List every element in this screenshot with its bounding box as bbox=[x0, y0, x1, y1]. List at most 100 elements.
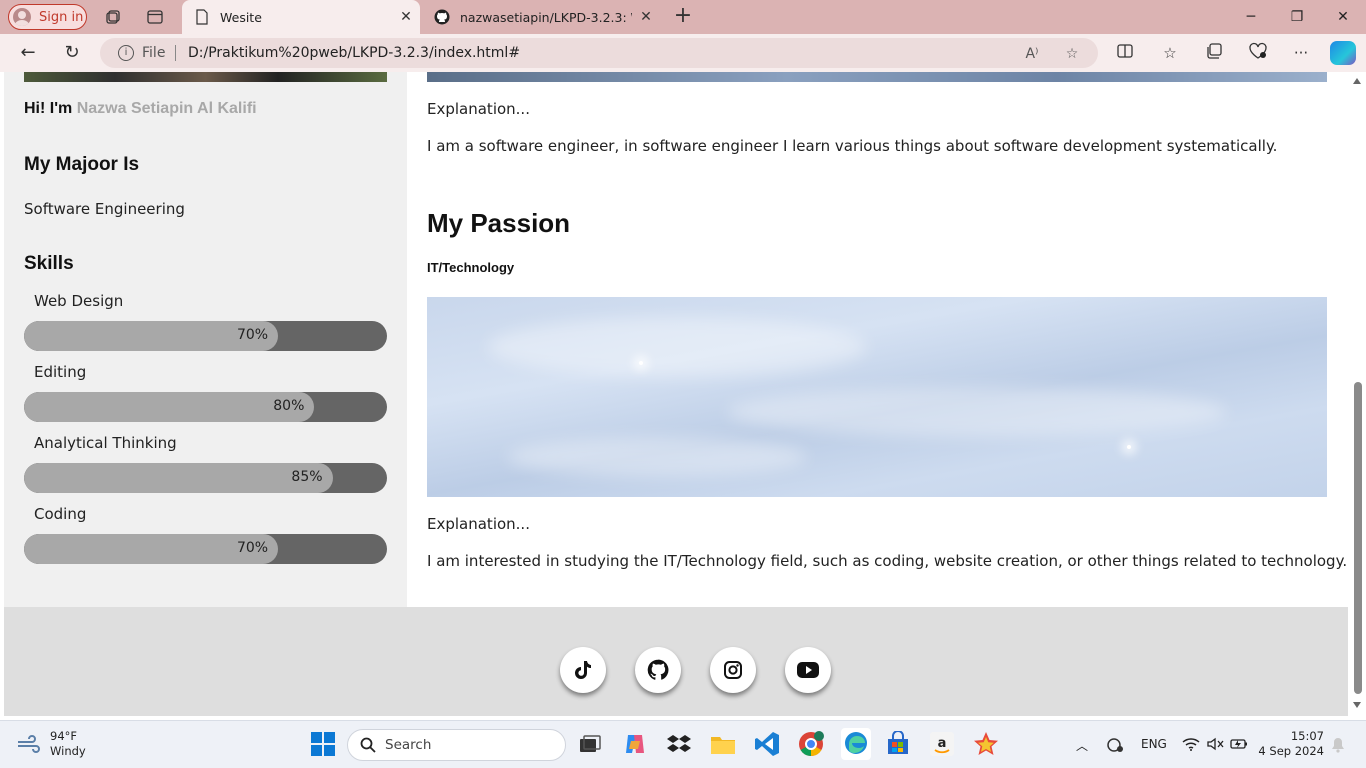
profile-name: Nazwa Setiapin Al Kalifi bbox=[76, 100, 257, 117]
skill-bar-fill: 80% bbox=[24, 392, 315, 422]
show-hidden-icons-icon[interactable]: ︿ bbox=[1076, 737, 1088, 754]
read-aloud-icon[interactable]: A⁾ bbox=[1022, 44, 1042, 64]
svg-text:a: a bbox=[938, 736, 947, 751]
wind-icon bbox=[16, 735, 42, 753]
skill-bar: 70% bbox=[24, 321, 387, 351]
volume-muted-icon[interactable] bbox=[1207, 737, 1225, 754]
major-value: Software Engineering bbox=[24, 200, 185, 218]
github-icon[interactable] bbox=[635, 647, 681, 693]
tiktok-icon[interactable] bbox=[560, 647, 606, 693]
skill-label: Analytical Thinking bbox=[34, 434, 177, 452]
scrollbar-thumb[interactable] bbox=[1354, 382, 1362, 694]
url-scheme-label: File bbox=[142, 45, 166, 61]
task-view-icon[interactable] bbox=[577, 731, 603, 757]
skill-bar: 80% bbox=[24, 392, 387, 422]
file-explorer-icon[interactable] bbox=[710, 731, 736, 757]
collections-icon[interactable] bbox=[1203, 42, 1225, 64]
wifi-icon[interactable] bbox=[1182, 737, 1200, 754]
sign-in-label: Sign in bbox=[39, 9, 84, 25]
weather-temp: 94°F bbox=[50, 729, 77, 743]
profile-avatar-icon bbox=[13, 8, 31, 26]
skill-label: Coding bbox=[34, 505, 87, 523]
tab-github[interactable]: nazwasetiapin/LKPD-3.2.3: Websi ✕ bbox=[422, 0, 660, 34]
explanation-title: Explanation... bbox=[427, 100, 530, 118]
notification-bell-icon[interactable] bbox=[1331, 737, 1345, 756]
tab-wesite[interactable]: Wesite ✕ bbox=[182, 0, 420, 34]
close-window-icon[interactable]: ✕ bbox=[1331, 6, 1355, 28]
amazon-icon[interactable]: a bbox=[929, 731, 955, 757]
star-app-icon[interactable] bbox=[973, 731, 999, 757]
passion-subheading: IT/Technology bbox=[427, 260, 515, 275]
weather-widget[interactable]: 94°F Windy bbox=[16, 729, 86, 759]
tab-title: Wesite bbox=[220, 9, 262, 25]
edge-icon[interactable] bbox=[841, 728, 871, 760]
url-text[interactable]: D:/Praktikum%20pweb/LKPD-3.2.3/index.htm… bbox=[188, 45, 520, 61]
more-options-icon[interactable]: ··· bbox=[1290, 42, 1312, 64]
weather-desc: Windy bbox=[50, 744, 86, 758]
favorite-star-icon[interactable]: ☆ bbox=[1062, 44, 1082, 64]
system-clock[interactable]: 15:07 4 Sep 2024 bbox=[1258, 729, 1324, 759]
scroll-down-arrow-icon[interactable] bbox=[1353, 702, 1361, 708]
explanation-text: I am a software engineer, in software en… bbox=[427, 137, 1278, 155]
skill-percent: 80% bbox=[273, 398, 305, 414]
url-divider bbox=[175, 45, 176, 61]
clock-date: 4 Sep 2024 bbox=[1258, 744, 1324, 758]
sign-in-button[interactable]: Sign in bbox=[8, 4, 87, 30]
taskbar-search[interactable]: Search bbox=[347, 729, 566, 761]
copilot-app-icon[interactable] bbox=[622, 731, 648, 757]
passion-heading: My Passion bbox=[427, 208, 571, 238]
workspaces-icon[interactable] bbox=[104, 8, 122, 26]
youtube-icon[interactable] bbox=[785, 647, 831, 693]
back-arrow-icon[interactable]: ← bbox=[17, 42, 39, 64]
skills-heading: Skills bbox=[24, 253, 74, 274]
skill-bar: 85% bbox=[24, 463, 387, 493]
browser-essentials-icon[interactable] bbox=[1247, 42, 1269, 64]
main-content: Explanation... I am a software engineer,… bbox=[407, 72, 1348, 607]
skill-percent: 70% bbox=[236, 327, 269, 343]
page-viewport: Hi! I'm Nazwa Setiapin Al Kalifi My Majo… bbox=[4, 72, 1348, 716]
split-screen-icon[interactable] bbox=[1114, 42, 1136, 64]
refresh-icon[interactable]: ↻ bbox=[61, 42, 83, 64]
skill-bar-fill: 70% bbox=[24, 534, 279, 564]
microsoft-store-icon[interactable] bbox=[885, 730, 911, 757]
tab-title: nazwasetiapin/LKPD-3.2.3: Websi bbox=[460, 9, 632, 25]
dropbox-icon[interactable] bbox=[666, 731, 692, 757]
greeting-text: Hi! I'm bbox=[24, 100, 73, 117]
minimize-icon[interactable]: ─ bbox=[1239, 6, 1263, 28]
major-heading: My Majoor Is bbox=[24, 154, 140, 175]
battery-icon[interactable] bbox=[1230, 737, 1248, 754]
close-tab-icon[interactable]: ✕ bbox=[632, 9, 660, 25]
skill-bar-fill: 85% bbox=[24, 463, 333, 493]
passion-image bbox=[427, 297, 1327, 497]
skill-percent: 85% bbox=[291, 469, 323, 485]
browser-titlebar: Sign in Wesite ✕ nazwasetiapin/LKPD-3.2.… bbox=[0, 0, 1366, 34]
page-scrollbar[interactable] bbox=[1348, 72, 1366, 716]
new-tab-icon[interactable]: + bbox=[672, 5, 694, 28]
windows-start-icon[interactable] bbox=[310, 731, 336, 757]
restore-icon[interactable]: ❐ bbox=[1285, 6, 1309, 28]
instagram-icon[interactable] bbox=[710, 647, 756, 693]
content-image bbox=[427, 72, 1327, 82]
windows-taskbar: 94°F Windy Search a ︿ ENG 15:07 4 Sep 20… bbox=[0, 720, 1366, 768]
edge-sync-icon[interactable] bbox=[1106, 737, 1124, 756]
chrome-icon[interactable] bbox=[798, 731, 824, 757]
skill-label: Editing bbox=[34, 363, 87, 381]
scroll-up-arrow-icon[interactable] bbox=[1353, 78, 1361, 84]
skill-bar-fill: 70% bbox=[24, 321, 279, 351]
page-footer bbox=[4, 607, 1348, 716]
favorites-icon[interactable]: ☆ bbox=[1159, 42, 1181, 64]
explanation-text: I am interested in studying the IT/Techn… bbox=[427, 552, 1348, 570]
language-indicator[interactable]: ENG bbox=[1141, 737, 1167, 751]
address-bar[interactable]: i File D:/Praktikum%20pweb/LKPD-3.2.3/in… bbox=[100, 38, 1098, 68]
github-icon bbox=[434, 9, 450, 25]
page-icon bbox=[194, 9, 210, 25]
explanation-title: Explanation... bbox=[427, 515, 530, 533]
search-icon bbox=[360, 737, 376, 753]
vscode-icon[interactable] bbox=[754, 731, 780, 757]
skill-bar: 70% bbox=[24, 534, 387, 564]
copilot-icon[interactable] bbox=[1330, 41, 1356, 65]
tab-actions-icon[interactable] bbox=[146, 8, 164, 26]
info-icon[interactable]: i bbox=[118, 45, 134, 61]
skill-percent: 70% bbox=[236, 540, 269, 556]
close-tab-icon[interactable]: ✕ bbox=[392, 9, 420, 25]
